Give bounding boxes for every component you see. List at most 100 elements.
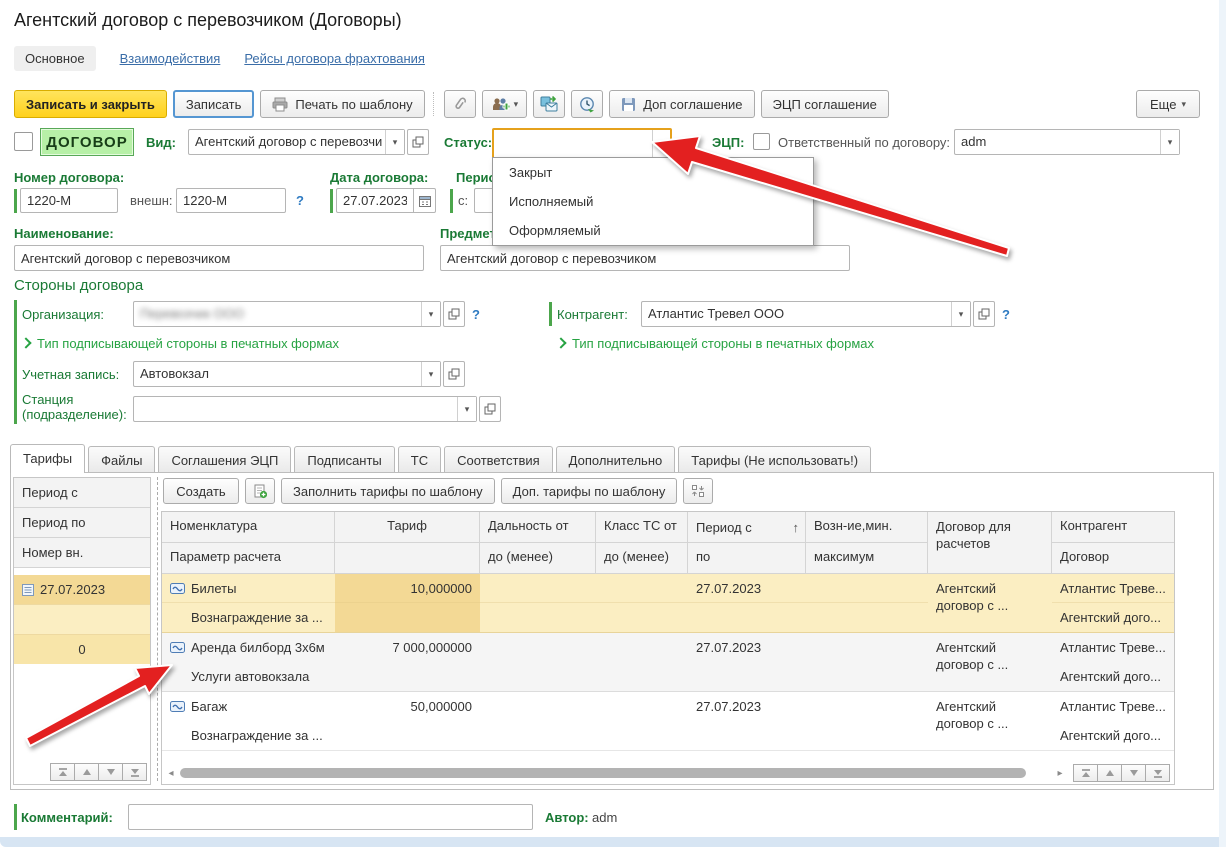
- account-combobox[interactable]: Автовокзал ▾: [133, 361, 441, 387]
- tab-correspondences[interactable]: Соответствия: [444, 446, 553, 473]
- calendar-icon[interactable]: [414, 188, 436, 213]
- ecp-agreement-button[interactable]: ЭЦП соглашение: [761, 90, 889, 118]
- counterparty-combobox[interactable]: Атлантис Тревел ООО ▾: [641, 301, 971, 327]
- left-record-number[interactable]: 0: [14, 635, 150, 664]
- reorder-button[interactable]: [683, 478, 713, 504]
- station-open-button[interactable]: [479, 396, 501, 422]
- go-last-icon[interactable]: [122, 763, 147, 781]
- save-button[interactable]: Записать: [173, 90, 255, 118]
- comment-input[interactable]: [128, 804, 533, 830]
- chevron-down-icon[interactable]: ▾: [421, 362, 440, 386]
- column-header[interactable]: до (менее): [596, 543, 688, 574]
- scroll-right-icon[interactable]: ▸: [1053, 768, 1067, 779]
- left-record-period-from[interactable]: 27.07.2023: [14, 575, 150, 605]
- responsible-combobox[interactable]: adm ▾: [954, 129, 1180, 155]
- account-open-button[interactable]: [443, 361, 465, 387]
- organization-open-button[interactable]: [443, 301, 465, 327]
- splitter[interactable]: [157, 477, 158, 781]
- ecp-checkbox[interactable]: [753, 133, 770, 150]
- status-option-closed[interactable]: Закрыт: [493, 158, 813, 187]
- tab-main[interactable]: Основное: [14, 46, 96, 71]
- station-combobox[interactable]: ▾: [133, 396, 477, 422]
- column-header-period[interactable]: Период с ↑: [688, 512, 806, 543]
- column-header[interactable]: Контрагент: [1052, 512, 1174, 543]
- extra-agreement-button[interactable]: Доп соглашение: [609, 90, 754, 118]
- chevron-down-icon[interactable]: ▾: [1160, 130, 1179, 154]
- column-header[interactable]: [335, 543, 480, 574]
- name-input[interactable]: [14, 245, 424, 271]
- organization-help[interactable]: ?: [472, 307, 480, 322]
- left-record-period-to[interactable]: [14, 605, 150, 635]
- tab-files[interactable]: Файлы: [88, 446, 155, 473]
- status-combobox[interactable]: ▾: [492, 128, 672, 160]
- horizontal-scrollbar[interactable]: ◂ ▸: [164, 766, 1170, 780]
- date-input[interactable]: [336, 188, 414, 213]
- column-header[interactable]: Параметр расчета: [162, 543, 335, 574]
- create-row-button[interactable]: Создать: [163, 478, 239, 504]
- column-header[interactable]: Возн-ие,мин.: [806, 512, 928, 543]
- column-header[interactable]: Договор: [1052, 543, 1174, 574]
- extra-tariffs-template-button[interactable]: Доп. тарифы по шаблону: [501, 478, 678, 504]
- tab-signers[interactable]: Подписанты: [294, 446, 394, 473]
- left-header-period-to[interactable]: Период по: [14, 508, 150, 538]
- attach-file-button[interactable]: [444, 90, 476, 118]
- column-header[interactable]: Дальность от: [480, 512, 596, 543]
- organization-combobox[interactable]: Перевозчик ООО ▾: [133, 301, 441, 327]
- tab-interactions[interactable]: Взаимодействия: [120, 51, 221, 66]
- date-field[interactable]: [336, 188, 436, 213]
- go-down-icon[interactable]: [1121, 764, 1146, 782]
- chevron-down-icon[interactable]: ▾: [385, 130, 404, 154]
- chevron-down-icon[interactable]: ▾: [457, 397, 476, 421]
- kind-combobox[interactable]: Агентский договор с перевозчи ▾: [188, 129, 405, 155]
- go-down-icon[interactable]: [98, 763, 123, 781]
- print-template-button[interactable]: Печать по шаблону: [260, 90, 424, 118]
- counterparty-sign-type-link[interactable]: Тип подписывающей стороны в печатных фор…: [557, 336, 874, 351]
- scroll-left-icon[interactable]: ◂: [164, 768, 178, 779]
- kind-open-button[interactable]: [407, 129, 429, 155]
- tab-tariffs[interactable]: Тарифы: [10, 444, 85, 473]
- go-first-icon[interactable]: [1073, 764, 1098, 782]
- history-button[interactable]: [571, 90, 603, 118]
- more-button[interactable]: Еще▾: [1136, 90, 1200, 118]
- tab-charter-trips[interactable]: Рейсы договора фрахтования: [244, 51, 425, 66]
- column-header[interactable]: по: [688, 543, 806, 574]
- scrollbar-thumb[interactable]: [180, 768, 1026, 778]
- column-header[interactable]: Номенклатура: [162, 512, 335, 543]
- status-option-drafting[interactable]: Оформляемый: [493, 216, 813, 245]
- go-last-icon[interactable]: [1145, 764, 1170, 782]
- add-participants-button[interactable]: ▾: [482, 90, 528, 118]
- column-header[interactable]: максимум: [806, 543, 928, 574]
- tab-ts[interactable]: ТС: [398, 446, 441, 473]
- table-row[interactable]: Багаж Вознаграждение за ... 50,000000 27…: [162, 692, 1174, 751]
- column-header[interactable]: Тариф: [335, 512, 480, 543]
- chevron-down-icon[interactable]: ▾: [652, 130, 670, 158]
- column-header[interactable]: Класс ТС от: [596, 512, 688, 543]
- table-row[interactable]: Аренда билборд 3х6м Услуги автовокзала 7…: [162, 633, 1174, 692]
- chevron-down-icon[interactable]: ▾: [951, 302, 970, 326]
- column-header[interactable]: Договор для расчетов: [928, 512, 1052, 574]
- header-checkbox[interactable]: [14, 132, 33, 151]
- tab-additional[interactable]: Дополнительно: [556, 446, 676, 473]
- table-row[interactable]: Билеты Вознаграждение за ... 10,000000 2…: [162, 574, 1174, 633]
- chevron-down-icon[interactable]: ▾: [421, 302, 440, 326]
- copy-row-button[interactable]: [245, 478, 275, 504]
- number-input[interactable]: [20, 188, 118, 213]
- subject-input[interactable]: [440, 245, 850, 271]
- left-header-period-from[interactable]: Период с: [14, 478, 150, 508]
- go-up-icon[interactable]: [74, 763, 99, 781]
- org-sign-type-link[interactable]: Тип подписывающей стороны в печатных фор…: [22, 336, 339, 351]
- tab-tariffs-deprecated[interactable]: Тарифы (Не использовать!): [678, 446, 871, 473]
- send-email-button[interactable]: [533, 90, 565, 118]
- save-and-close-button[interactable]: Записать и закрыть: [14, 90, 167, 118]
- tab-ecp-agreements[interactable]: Соглашения ЭЦП: [158, 446, 291, 473]
- counterparty-help[interactable]: ?: [1002, 307, 1010, 322]
- external-number-input[interactable]: [176, 188, 286, 213]
- counterparty-open-button[interactable]: [973, 301, 995, 327]
- left-header-number[interactable]: Номер вн.: [14, 538, 150, 568]
- number-help[interactable]: ?: [296, 193, 304, 208]
- fill-tariffs-template-button[interactable]: Заполнить тарифы по шаблону: [281, 478, 495, 504]
- go-first-icon[interactable]: [50, 763, 75, 781]
- status-help[interactable]: ?: [692, 135, 700, 150]
- status-option-executing[interactable]: Исполняемый: [493, 187, 813, 216]
- column-header[interactable]: до (менее): [480, 543, 596, 574]
